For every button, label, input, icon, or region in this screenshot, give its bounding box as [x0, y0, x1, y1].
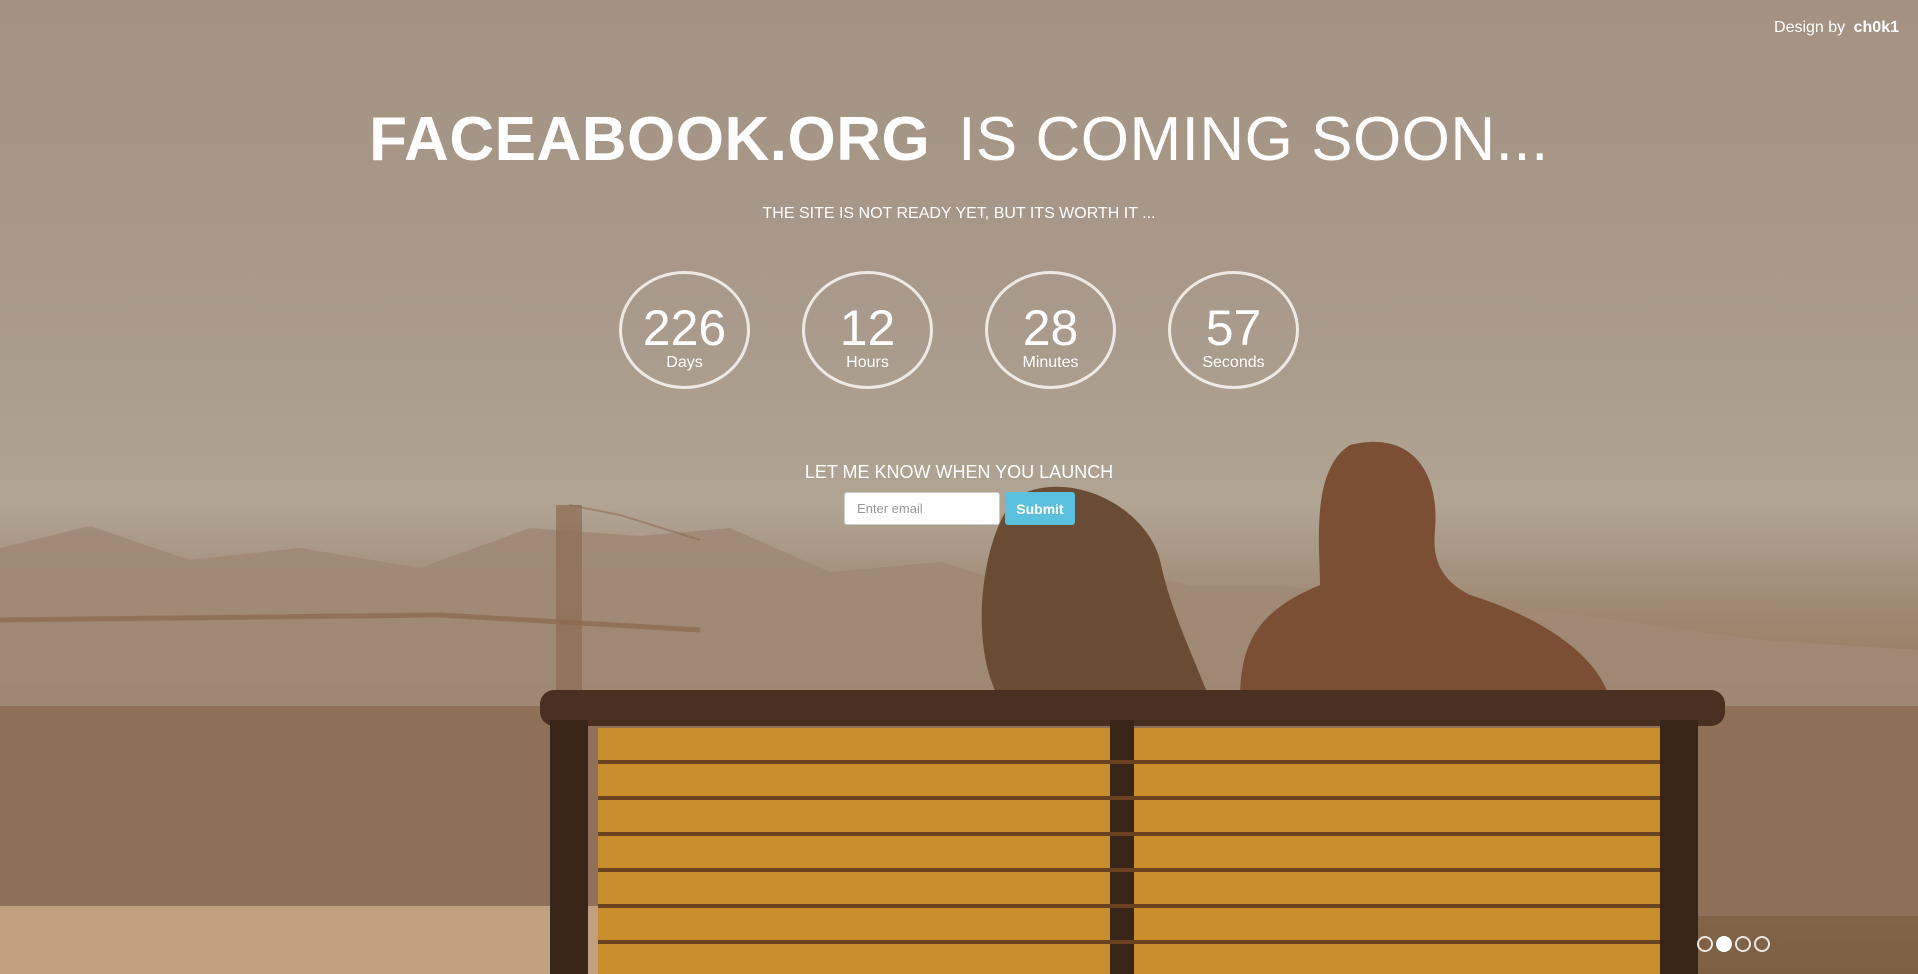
subtitle: THE SITE IS NOT READY YET, BUT ITS WORTH…: [762, 205, 1156, 222]
hours-label: Hours: [846, 354, 889, 371]
hours-value: 12: [839, 300, 896, 356]
notify-heading: LET ME KNOW WHEN YOU LAUNCH: [804, 462, 1114, 482]
countdown-seconds: 57 Seconds: [1168, 271, 1299, 389]
subscribe-form: Submit: [844, 492, 1075, 525]
slider-dot[interactable]: [1716, 936, 1732, 952]
countdown-days: 226 Days: [619, 271, 750, 389]
slider-dot[interactable]: [1697, 936, 1713, 952]
submit-button[interactable]: Submit: [1005, 492, 1075, 525]
coming-soon-text: IS COMING SOON...: [958, 105, 1549, 174]
slider-dot[interactable]: [1754, 936, 1770, 952]
minutes-value: 28: [1022, 300, 1079, 356]
days-value: 226: [642, 300, 727, 356]
credit-prefix: Design by: [1774, 19, 1846, 36]
credit: Design by ch0k1: [1774, 19, 1899, 37]
seconds-label: Seconds: [1202, 354, 1265, 371]
minutes-label: Minutes: [1022, 354, 1079, 371]
seconds-value: 57: [1205, 300, 1262, 356]
days-label: Days: [666, 354, 703, 371]
slider-dots: [1697, 936, 1770, 952]
countdown: 226 Days 12 Hours 28 Minutes 57 Seconds: [0, 271, 1918, 389]
countdown-hours: 12 Hours: [802, 271, 933, 389]
credit-author[interactable]: ch0k1: [1854, 19, 1899, 36]
page-title: FACEABOOK.ORG IS COMING SOON...: [0, 104, 1918, 176]
email-input[interactable]: [844, 492, 1000, 525]
site-name: FACEABOOK.ORG: [369, 105, 931, 174]
slider-dot[interactable]: [1735, 936, 1751, 952]
countdown-minutes: 28 Minutes: [985, 271, 1116, 389]
